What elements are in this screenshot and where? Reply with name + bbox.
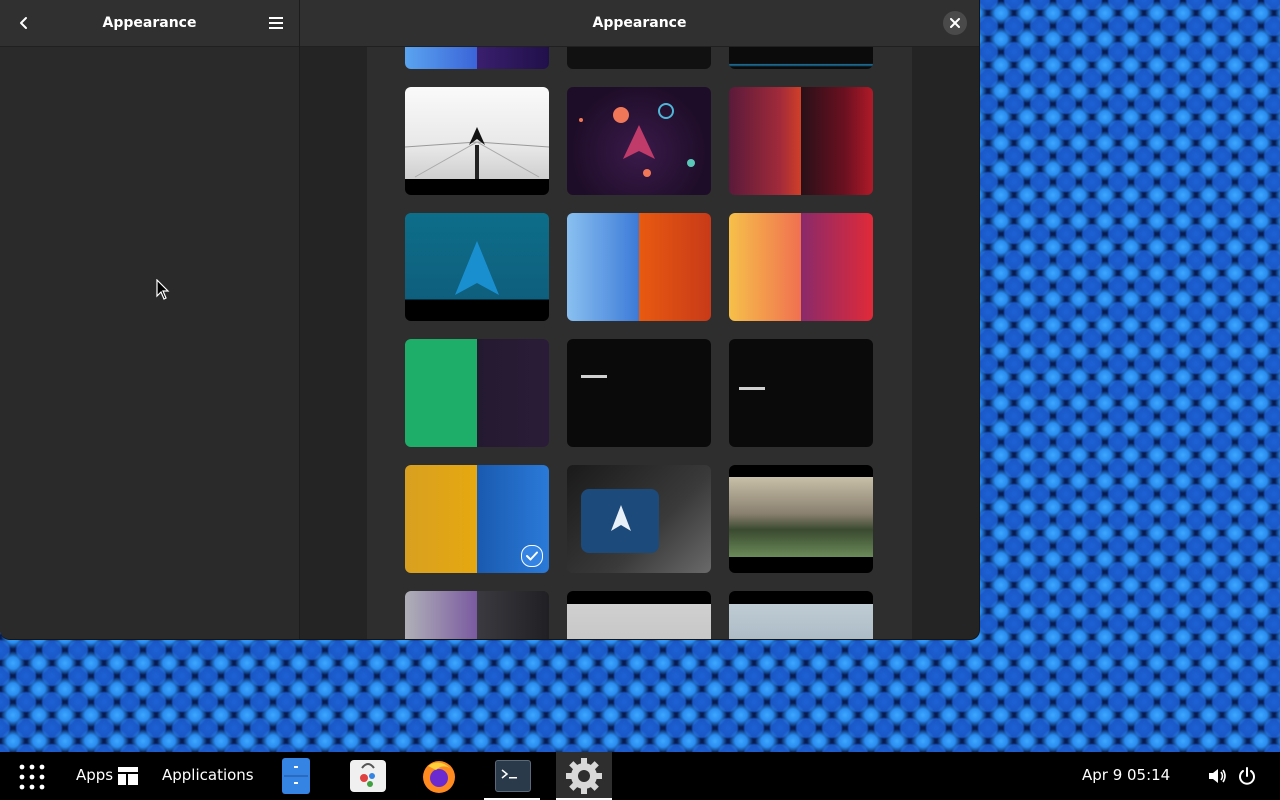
- applications-menu-label[interactable]: Applications: [162, 766, 254, 784]
- wallpaper-grey-fog[interactable]: [567, 591, 711, 639]
- taskbar: Apps Applications Apr 9 05:14: [0, 752, 1280, 800]
- shopping-bag-icon: [360, 763, 375, 787]
- wallpaper-archlinux-dark-2[interactable]: [729, 339, 873, 447]
- taskbar-app-settings[interactable]: [556, 752, 612, 800]
- wallpaper-snow-mountains[interactable]: [729, 591, 873, 639]
- app-grid-icon[interactable]: [18, 763, 46, 791]
- close-button[interactable]: [943, 11, 967, 35]
- wallpaper-arch-blue-logo[interactable]: [405, 213, 549, 321]
- clock-time[interactable]: 05:14: [1127, 766, 1170, 784]
- main-header: Appearance: [300, 0, 979, 47]
- terminal-icon: [501, 769, 517, 779]
- page-title: Appearance: [592, 15, 687, 31]
- taskbar-app-files[interactable]: [282, 758, 310, 794]
- wallpaper-colored-scales[interactable]: [405, 591, 549, 639]
- wallpaper-dark-line-partial[interactable]: [729, 47, 873, 69]
- chevron-left-icon: [20, 17, 27, 29]
- wallpaper-green-pattern[interactable]: [405, 339, 549, 447]
- selected-indicator: [521, 545, 543, 567]
- wallpaper-mountain-lake[interactable]: [729, 465, 873, 573]
- mouse-pointer-icon: [156, 279, 170, 300]
- settings-window: Appearance Appearance: [0, 0, 980, 640]
- clock-date[interactable]: Apr 9: [1082, 766, 1122, 784]
- wallpaper-grid: [367, 47, 912, 639]
- wallpaper-gallery[interactable]: [300, 47, 979, 639]
- wallpaper-blue-purple-partial[interactable]: [405, 47, 549, 69]
- taskbar-app-terminal[interactable]: [484, 752, 540, 800]
- wallpaper-archlinux-dark-1[interactable]: [567, 339, 711, 447]
- hamburger-menu-icon: [269, 17, 283, 29]
- window-layout-icon[interactable]: [118, 767, 138, 785]
- back-button[interactable]: [10, 9, 38, 37]
- gear-icon: [566, 758, 602, 794]
- taskbar-app-software[interactable]: [350, 760, 386, 792]
- wallpaper-sequins[interactable]: [405, 465, 549, 573]
- close-icon: [950, 18, 960, 28]
- wallpaper-arch-sketch[interactable]: [405, 87, 549, 195]
- firefox-icon: [423, 761, 455, 793]
- wallpaper-red-layers[interactable]: [729, 87, 873, 195]
- sidebar-title: Appearance: [102, 15, 197, 31]
- main-menu-button[interactable]: [262, 9, 290, 37]
- wallpaper-drips[interactable]: [567, 213, 711, 321]
- volume-icon[interactable]: [1208, 767, 1228, 785]
- wallpaper-arch-space[interactable]: [567, 87, 711, 195]
- taskbar-app-firefox[interactable]: [420, 758, 458, 794]
- wallpaper-sunset-gradient[interactable]: [729, 213, 873, 321]
- checkmark-icon: [526, 551, 538, 561]
- apps-menu-label[interactable]: Apps: [76, 766, 113, 784]
- sidebar: Appearance: [0, 0, 300, 639]
- wallpaper-dark-partial[interactable]: [567, 47, 711, 69]
- power-icon[interactable]: [1238, 767, 1256, 785]
- wallpaper-arch-device[interactable]: [567, 465, 711, 573]
- sidebar-header: Appearance: [0, 0, 299, 47]
- file-cabinet-icon: [284, 766, 308, 784]
